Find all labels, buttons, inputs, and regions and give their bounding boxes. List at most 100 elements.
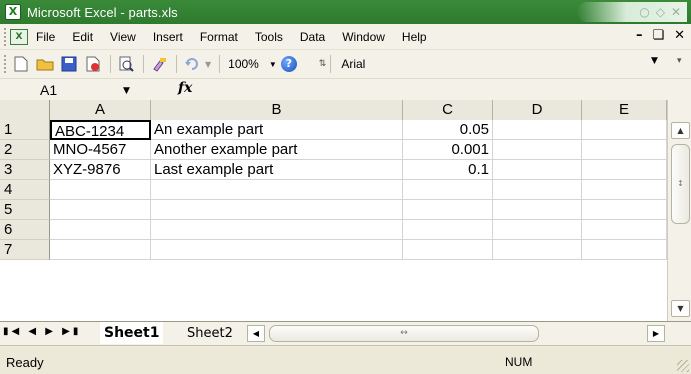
menu-view[interactable]: View <box>110 30 136 44</box>
toolbar-options-icon[interactable]: ⇅ <box>319 59 327 69</box>
cell-d1[interactable] <box>493 120 582 140</box>
zoom-dropdown-icon[interactable]: ▼ <box>269 60 277 69</box>
resize-grip-icon[interactable] <box>677 360 689 372</box>
cell-d7[interactable] <box>493 240 582 260</box>
workbook-icon[interactable]: X <box>10 28 28 45</box>
cell-e7[interactable] <box>582 240 667 260</box>
cell-a6[interactable] <box>50 220 151 240</box>
cell-d2[interactable] <box>493 140 582 160</box>
cell-c7[interactable] <box>403 240 493 260</box>
formatting-options-icon[interactable]: ▾ <box>677 56 682 66</box>
cell-b6[interactable] <box>151 220 403 240</box>
cell-e5[interactable] <box>582 200 667 220</box>
cell-c3[interactable]: 0.1 <box>403 160 493 180</box>
toolbar-grip[interactable] <box>4 55 7 73</box>
scroll-up-icon[interactable]: ▲ <box>671 122 690 139</box>
column-header-d[interactable]: D <box>493 100 582 120</box>
column-header-a[interactable]: A <box>50 100 151 120</box>
format-painter-icon[interactable] <box>148 53 170 75</box>
row-header[interactable]: 7 <box>0 240 50 260</box>
undo-icon[interactable] <box>181 53 203 75</box>
minimize-icon[interactable]: ○ <box>639 5 649 19</box>
cell-a1[interactable]: ABC-1234 <box>50 120 151 140</box>
cell-d5[interactable] <box>493 200 582 220</box>
horizontal-scrollbar[interactable]: ◀ ↔ ▶ <box>247 325 667 342</box>
scroll-down-icon[interactable]: ▼ <box>671 300 690 317</box>
cell-b5[interactable] <box>151 200 403 220</box>
toolbar-grip[interactable] <box>4 27 7 46</box>
row-header[interactable]: 5 <box>0 200 50 220</box>
menu-tools[interactable]: Tools <box>255 30 283 44</box>
cell-e1[interactable] <box>582 120 667 140</box>
scroll-right-icon[interactable]: ▶ <box>647 325 665 342</box>
menu-insert[interactable]: Insert <box>153 30 183 44</box>
cell-c4[interactable] <box>403 180 493 200</box>
first-sheet-icon[interactable]: ▮◀ <box>3 326 22 337</box>
cell-e2[interactable] <box>582 140 667 160</box>
cell-a2[interactable]: MNO-4567 <box>50 140 151 160</box>
menu-data[interactable]: Data <box>300 30 325 44</box>
vertical-scroll-thumb[interactable]: ↕ <box>671 144 690 224</box>
prev-sheet-icon[interactable]: ◀ <box>28 326 39 337</box>
cell-b1[interactable]: An example part <box>151 120 403 140</box>
select-all-button[interactable] <box>0 100 50 120</box>
font-name-select[interactable]: Arial <box>341 57 541 71</box>
cell-b4[interactable] <box>151 180 403 200</box>
cell-a4[interactable] <box>50 180 151 200</box>
num-lock-indicator: NUM <box>505 355 533 369</box>
row-header[interactable]: 2 <box>0 140 50 160</box>
open-icon[interactable] <box>34 53 56 75</box>
workbook-close-icon[interactable]: ✕ <box>674 28 685 43</box>
menu-file[interactable]: File <box>36 30 55 44</box>
font-dropdown-icon[interactable]: ▼ <box>651 56 658 66</box>
row-header[interactable]: 6 <box>0 220 50 240</box>
cell-c1[interactable]: 0.05 <box>403 120 493 140</box>
menu-window[interactable]: Window <box>342 30 385 44</box>
cell-e4[interactable] <box>582 180 667 200</box>
insert-function-icon[interactable]: fx <box>178 80 192 96</box>
cell-d6[interactable] <box>493 220 582 240</box>
cell-a5[interactable] <box>50 200 151 220</box>
vertical-scrollbar[interactable]: ▲ ↕ ▼ <box>667 100 691 321</box>
menu-edit[interactable]: Edit <box>72 30 93 44</box>
column-header-e[interactable]: E <box>582 100 667 120</box>
permission-icon[interactable] <box>82 53 104 75</box>
workbook-minimize-button[interactable]: – <box>636 28 643 43</box>
help-icon[interactable]: ? <box>280 56 297 72</box>
next-sheet-icon[interactable]: ▶ <box>45 326 56 337</box>
column-header-b[interactable]: B <box>151 100 403 120</box>
cell-c5[interactable] <box>403 200 493 220</box>
row-header[interactable]: 1 <box>0 120 50 140</box>
workbook-restore-icon[interactable]: ❏ <box>652 28 664 43</box>
close-icon[interactable]: ✕ <box>671 5 681 19</box>
zoom-select[interactable]: 100% ▼ <box>228 57 277 71</box>
cell-e3[interactable] <box>582 160 667 180</box>
cell-c2[interactable]: 0.001 <box>403 140 493 160</box>
cell-b7[interactable] <box>151 240 403 260</box>
name-box-dropdown-icon[interactable]: ▼ <box>123 86 130 96</box>
name-box[interactable]: A1 <box>40 82 57 98</box>
row-header[interactable]: 3 <box>0 160 50 180</box>
row-header[interactable]: 4 <box>0 180 50 200</box>
menu-help[interactable]: Help <box>402 30 427 44</box>
cell-d3[interactable] <box>493 160 582 180</box>
last-sheet-icon[interactable]: ▶▮ <box>62 326 81 337</box>
menu-format[interactable]: Format <box>200 30 238 44</box>
cell-a7[interactable] <box>50 240 151 260</box>
cell-b3[interactable]: Last example part <box>151 160 403 180</box>
save-icon[interactable] <box>58 53 80 75</box>
cell-e6[interactable] <box>582 220 667 240</box>
cell-c6[interactable] <box>403 220 493 240</box>
column-header-c[interactable]: C <box>403 100 493 120</box>
tab-sheet2[interactable]: Sheet2 <box>183 323 237 344</box>
cell-a3[interactable]: XYZ-9876 <box>50 160 151 180</box>
new-icon[interactable] <box>10 53 32 75</box>
cell-d4[interactable] <box>493 180 582 200</box>
cell-b2[interactable]: Another example part <box>151 140 403 160</box>
undo-dropdown-icon[interactable]: ▼ <box>205 60 211 69</box>
restore-icon[interactable]: ◇ <box>656 5 665 19</box>
tab-sheet1[interactable]: Sheet1 <box>100 322 164 344</box>
scroll-left-icon[interactable]: ◀ <box>247 325 265 342</box>
print-preview-icon[interactable] <box>115 53 137 75</box>
horizontal-scroll-thumb[interactable]: ↔ <box>269 325 539 342</box>
